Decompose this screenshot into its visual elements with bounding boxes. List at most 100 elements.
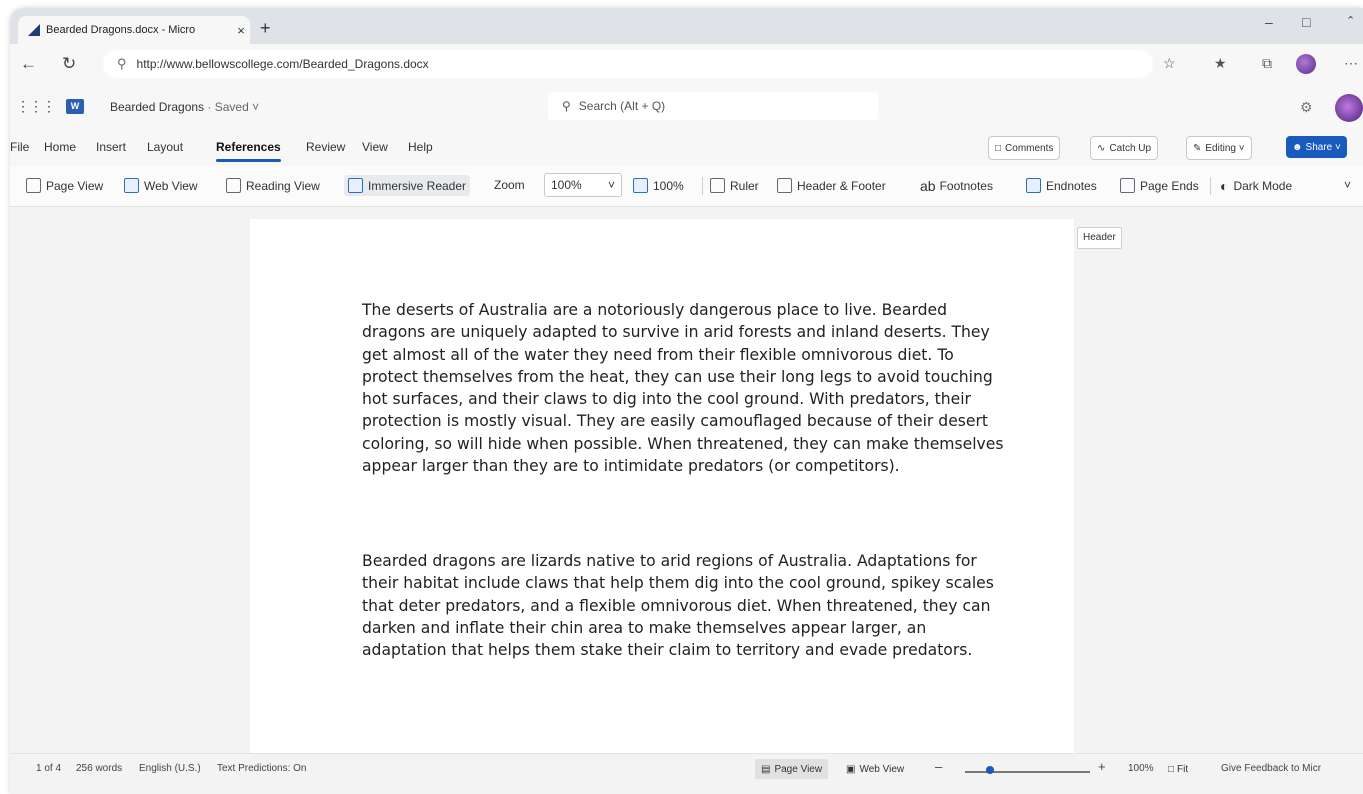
- page-view-icon: [26, 178, 41, 193]
- tab-references[interactable]: References: [216, 140, 281, 162]
- maximize-icon[interactable]: □: [1302, 14, 1310, 30]
- endnotes-button[interactable]: Endnotes: [1026, 178, 1097, 193]
- editing-button[interactable]: ✎ Editing ˅: [1186, 136, 1252, 160]
- editing-label: Editing ˅: [1205, 142, 1245, 154]
- comments-label: Comments: [1005, 142, 1054, 154]
- footnotes-button[interactable]: ab Footnotes: [920, 178, 993, 194]
- refresh-icon[interactable]: ↻: [62, 54, 76, 74]
- word-count: 256 words: [76, 763, 123, 774]
- comment-icon: □: [995, 142, 1002, 154]
- close-tab-icon[interactable]: ×: [232, 23, 250, 38]
- tab-review[interactable]: Review: [306, 140, 345, 154]
- header-footer-icon: [777, 178, 792, 193]
- catch-up-button[interactable]: ∿ Catch Up: [1090, 136, 1159, 160]
- tab-help[interactable]: Help: [408, 140, 433, 154]
- ruler-label: Ruler: [730, 178, 759, 193]
- reading-view-button[interactable]: Reading View: [226, 178, 320, 193]
- user-avatar[interactable]: [1335, 94, 1363, 122]
- feedback-link[interactable]: Give Feedback to Micr: [1221, 763, 1321, 774]
- status-page-view-label: Page View: [774, 763, 823, 775]
- tab-home[interactable]: Home: [44, 140, 76, 154]
- page-ends-icon: [1120, 178, 1135, 193]
- share-label: Share ˅: [1305, 141, 1341, 153]
- more-icon[interactable]: ⋯: [1344, 55, 1358, 72]
- tab-strip: Bearded Dragons.docx - Micro × + – □ ⌃: [10, 8, 1363, 44]
- header-tag[interactable]: Header: [1077, 227, 1122, 249]
- page-count: 1 of 4: [36, 763, 62, 774]
- page-view-label: Page View: [46, 178, 104, 193]
- immersive-reader-icon: [348, 178, 363, 193]
- address-bar-row: ← ↻ ⚲ http://www.bellowscollege.com/Bear…: [10, 44, 1363, 84]
- page-ends-button[interactable]: Page Ends: [1120, 178, 1199, 193]
- status-bar: 1 of 4 256 words English (U.S.) Text Pre…: [10, 753, 1363, 794]
- web-view-icon: ▣: [846, 763, 856, 775]
- settings-gear-icon[interactable]: ⚙: [1300, 99, 1313, 116]
- document-title[interactable]: Bearded Dragons · Saved ˅: [110, 100, 259, 114]
- immersive-reader-button[interactable]: Immersive Reader: [344, 175, 471, 196]
- view-toolbar: Page View Web View Reading View Immersiv…: [10, 166, 1363, 207]
- zoom-out-icon[interactable]: –: [935, 759, 942, 774]
- word-logo-icon[interactable]: W: [66, 99, 84, 114]
- paragraph-2[interactable]: Bearded dragons are lizards native to ar…: [362, 550, 1012, 661]
- zoom-slider[interactable]: [965, 771, 1090, 773]
- reading-view-icon: [226, 178, 241, 193]
- document-page[interactable]: The deserts of Australia are a notorious…: [250, 219, 1074, 759]
- tab-insert[interactable]: Insert: [96, 140, 126, 154]
- tab-layout[interactable]: Layout: [147, 140, 183, 154]
- endnotes-icon: [1026, 178, 1041, 193]
- word-header: ⋮⋮⋮ W Bearded Dragons · Saved ˅ ⚲ Search…: [10, 84, 1363, 130]
- search-box[interactable]: ⚲ Search (Alt + Q): [548, 92, 878, 120]
- comments-button[interactable]: □ Comments: [988, 136, 1061, 160]
- status-zoom-value[interactable]: 100%: [1128, 763, 1154, 774]
- toolbar-divider: [1210, 177, 1211, 195]
- header-footer-button[interactable]: Header & Footer: [777, 178, 886, 193]
- zoom-in-icon[interactable]: +: [1098, 759, 1106, 774]
- header-footer-label: Header & Footer: [797, 178, 886, 193]
- pencil-icon: ✎: [1193, 142, 1202, 154]
- address-bar[interactable]: ⚲ http://www.bellowscollege.com/Bearded_…: [103, 50, 1153, 78]
- zoom-slider-handle[interactable]: [986, 766, 994, 774]
- zoom-100-button[interactable]: 100%: [633, 178, 684, 193]
- ruler-icon: [710, 178, 725, 193]
- favorite-add-icon[interactable]: ☆: [1163, 55, 1176, 72]
- zoom-100-icon: [633, 178, 648, 193]
- back-arrow-icon[interactable]: ←: [20, 54, 37, 74]
- status-web-view-label: Web View: [859, 763, 905, 775]
- dark-mode-icon: ◐: [1220, 178, 1229, 194]
- tab-file[interactable]: File: [10, 140, 29, 154]
- web-view-button[interactable]: Web View: [124, 178, 198, 193]
- toolbar-overflow-chevron-icon[interactable]: ˅: [1344, 178, 1351, 192]
- fit-button[interactable]: □ Fit: [1162, 759, 1194, 779]
- share-button[interactable]: ☻ Share ˅: [1286, 136, 1347, 158]
- zoom-dropdown[interactable]: 100% ˅: [544, 173, 622, 197]
- search-placeholder: Search (Alt + Q): [578, 99, 666, 113]
- collections-icon[interactable]: ⧉: [1262, 55, 1272, 72]
- dark-mode-label: Dark Mode: [1233, 179, 1293, 193]
- text-predictions[interactable]: Text Predictions: On: [217, 763, 306, 774]
- word-favicon-icon: [28, 24, 40, 36]
- url-text: http://www.bellowscollege.com/Bearded_Dr…: [136, 57, 429, 71]
- ruler-button[interactable]: Ruler: [710, 178, 759, 193]
- minimize-icon[interactable]: –: [1265, 14, 1273, 30]
- status-web-view-button[interactable]: ▣ Web View: [840, 759, 910, 779]
- new-tab-button[interactable]: +: [260, 18, 271, 39]
- browser-profile-avatar[interactable]: [1296, 54, 1316, 74]
- status-page-view-button[interactable]: ▤ Page View: [755, 759, 829, 779]
- page-view-button[interactable]: Page View: [26, 178, 103, 193]
- browser-window: Bearded Dragons.docx - Micro × + – □ ⌃ ←…: [10, 8, 1363, 794]
- paragraph-1[interactable]: The deserts of Australia are a notorious…: [362, 299, 1012, 477]
- browser-tab[interactable]: Bearded Dragons.docx - Micro ×: [18, 16, 250, 44]
- app-launcher-icon[interactable]: ⋮⋮⋮: [16, 98, 56, 115]
- web-view-icon: [124, 178, 139, 193]
- tab-view[interactable]: View: [362, 140, 388, 154]
- favorites-icon[interactable]: ★: [1214, 55, 1227, 72]
- zoom-value: 100%: [551, 178, 582, 192]
- dark-mode-button[interactable]: ◐ Dark Mode: [1220, 178, 1292, 194]
- search-icon: ⚲: [562, 99, 571, 113]
- ribbon-tabs: File Home Insert Layout References Revie…: [10, 130, 1363, 166]
- window-chevron-icon[interactable]: ⌃: [1346, 14, 1355, 27]
- toolbar-divider: [702, 177, 703, 195]
- document-name: Bearded Dragons: [110, 100, 205, 114]
- fit-label: Fit: [1177, 763, 1189, 775]
- language[interactable]: English (U.S.): [139, 763, 201, 774]
